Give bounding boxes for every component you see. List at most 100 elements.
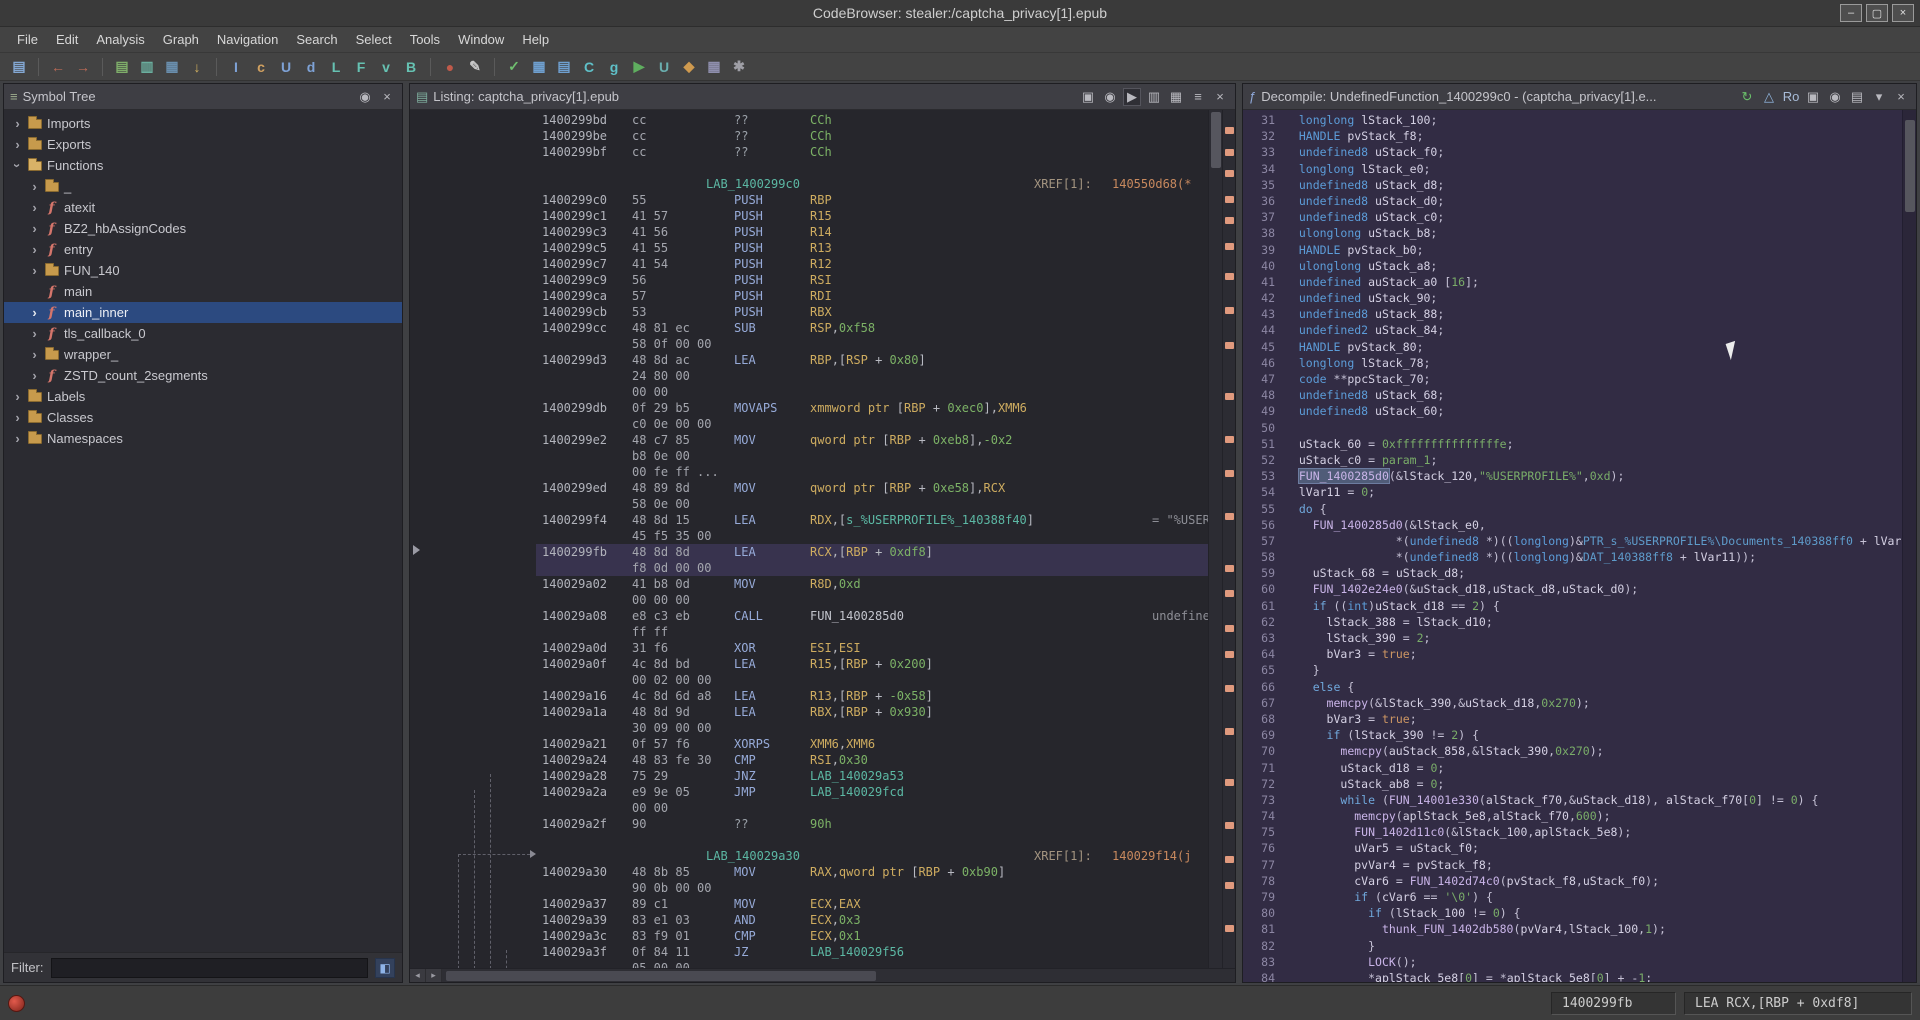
listing-row[interactable]: [410, 160, 1208, 176]
listing-row[interactable]: 45 f5 35 00: [410, 528, 1208, 544]
close-button[interactable]: ×: [1892, 4, 1914, 22]
decompile-line[interactable]: 37 undefined8 uStack_c0;: [1247, 209, 1902, 225]
listing-row[interactable]: 140029a2448 83 fe 30CMPRSI,0x30: [410, 752, 1208, 768]
decompile-line[interactable]: 40 ulonglong uStack_a8;: [1247, 258, 1902, 274]
listing-row[interactable]: 1400299c341 56PUSHR14: [410, 224, 1208, 240]
expand-arrow-icon[interactable]: ›: [10, 389, 25, 404]
decompile-line[interactable]: 77 pvVar4 = pvStack_f8;: [1247, 857, 1902, 873]
listing-row[interactable]: 140029a0d31 f6XORESI,ESI: [410, 640, 1208, 656]
listing-row[interactable]: f8 0d 00 00: [410, 560, 1208, 576]
listing-row[interactable]: 1400299c956PUSHRSI: [410, 272, 1208, 288]
decompile-line[interactable]: 78 cVar6 = FUN_1402d74c0(pvStack_f8,uSta…: [1247, 873, 1902, 889]
tree-item-exports[interactable]: ›Exports: [4, 134, 402, 155]
listing-row[interactable]: 1400299fb48 8d 8dLEARCX,[RBP + 0xdf8]: [410, 544, 1208, 560]
decompile-line[interactable]: 80 if (lStack_100 != 0) {: [1247, 905, 1902, 921]
listing-header[interactable]: ▤ Listing: captcha_privacy[1].epub ▣◉▶▥▦…: [410, 84, 1235, 110]
toolbar-edit-icon[interactable]: ✎: [464, 56, 486, 78]
listing-row[interactable]: 1400299c541 55PUSHR13: [410, 240, 1208, 256]
listing-cursor-tracking-icon[interactable]: ▶: [1123, 88, 1141, 106]
listing-row[interactable]: 00 00: [410, 800, 1208, 816]
tree-item-namespaces[interactable]: ›Namespaces: [4, 428, 402, 449]
decompile-line[interactable]: 73 while (FUN_14001e330(alStack_f70,&uSt…: [1247, 792, 1902, 808]
tree-item-atexit[interactable]: ›fatexit: [4, 197, 402, 218]
maximize-button[interactable]: ▢: [1866, 4, 1888, 22]
menu-search[interactable]: Search: [287, 29, 346, 50]
toolbar-letter-d-icon[interactable]: d: [300, 56, 322, 78]
tree-item-_[interactable]: ›_: [4, 176, 402, 197]
decompile-line[interactable]: 39 HANDLE pvStack_b0;: [1247, 242, 1902, 258]
scroll-left-button[interactable]: ◂: [410, 969, 426, 982]
scrollbar-thumb[interactable]: [1905, 120, 1915, 212]
listing-row[interactable]: 58 0e 00: [410, 496, 1208, 512]
listing-row[interactable]: 1400299f448 8d 15LEARDX,[s_%USERPROFILE%…: [410, 512, 1208, 528]
decompile-line[interactable]: 66 else {: [1247, 679, 1902, 695]
decompile-line[interactable]: 72 uStack_ab8 = 0;: [1247, 776, 1902, 792]
listing-row[interactable]: 1400299becc??CCh: [410, 128, 1208, 144]
tree-item-imports[interactable]: ›Imports: [4, 113, 402, 134]
menu-help[interactable]: Help: [513, 29, 558, 50]
decompile-line[interactable]: 55 do {: [1247, 501, 1902, 517]
decompile-line[interactable]: 67 memcpy(&lStack_390,&uStack_d18,0x270)…: [1247, 695, 1902, 711]
listing-row[interactable]: 140029a3f0f 84 11JZLAB_140029f56: [410, 944, 1208, 960]
menu-file[interactable]: File: [8, 29, 47, 50]
decompile-line[interactable]: 38 ulonglong uStack_b8;: [1247, 225, 1902, 241]
toolbar-memory-table-icon[interactable]: ▦: [528, 56, 550, 78]
minimize-button[interactable]: –: [1840, 4, 1862, 22]
listing-row[interactable]: 00 02 00 00: [410, 672, 1208, 688]
listing-overview-margin[interactable]: [1222, 110, 1235, 968]
tree-item-fun_140[interactable]: ›FUN_140: [4, 260, 402, 281]
listing-row[interactable]: b8 0e 00: [410, 448, 1208, 464]
toolbar-validate-icon[interactable]: ✓: [503, 56, 525, 78]
listing-row[interactable]: 140029a1a48 8d 9dLEARBX,[RBP + 0x930]: [410, 704, 1208, 720]
decompile-line[interactable]: 35 undefined8 uStack_d8;: [1247, 177, 1902, 193]
decompile-line[interactable]: 33 undefined8 uStack_f0;: [1247, 144, 1902, 160]
decompile-line[interactable]: 52 uStack_c0 = param_1;: [1247, 452, 1902, 468]
tree-item-zstd_count_2segments[interactable]: ›fZSTD_count_2segments: [4, 365, 402, 386]
tree-item-labels[interactable]: ›Labels: [4, 386, 402, 407]
menu-select[interactable]: Select: [347, 29, 401, 50]
tree-item-functions[interactable]: ›Functions: [4, 155, 402, 176]
listing-row[interactable]: 58 0f 00 00: [410, 336, 1208, 352]
decompile-line[interactable]: 53 FUN_1400285d0(&lStack_120,"%USERPROFI…: [1247, 468, 1902, 484]
listing-row[interactable]: 140029a3048 8b 85MOVRAX,qword ptr [RBP +…: [410, 864, 1208, 880]
listing-row[interactable]: 90 0b 00 00: [410, 880, 1208, 896]
decompile-code[interactable]: 31 longlong lStack_100;32 HANDLE pvStack…: [1243, 110, 1902, 982]
listing-row[interactable]: 140029a164c 8d 6d a8LEAR13,[RBP + -0x58]: [410, 688, 1208, 704]
listing-row[interactable]: 140029a3c83 f9 01CMPECX,0x1: [410, 928, 1208, 944]
expand-arrow-icon[interactable]: ›: [27, 263, 42, 278]
listing-code[interactable]: 1400299bdcc??CCh1400299becc??CCh1400299b…: [410, 110, 1208, 968]
toolbar-program-tree-icon[interactable]: ▤: [111, 56, 133, 78]
decompile-line[interactable]: 31 longlong lStack_100;: [1247, 112, 1902, 128]
expand-arrow-icon[interactable]: ›: [27, 221, 42, 236]
listing-edit-fields-icon[interactable]: ▥: [1145, 88, 1163, 106]
decompile-line[interactable]: 81 thunk_FUN_1402db580(pvVar4,lStack_100…: [1247, 921, 1902, 937]
listing-row[interactable]: 1400299e248 c7 85MOVqword ptr [RBP + 0xe…: [410, 432, 1208, 448]
decompile-line[interactable]: 62 lStack_388 = lStack_d10;: [1247, 614, 1902, 630]
listing-row[interactable]: 140029a0241 b8 0dMOVR8D,0xd: [410, 576, 1208, 592]
toolbar-letter-f-icon[interactable]: F: [350, 56, 372, 78]
toolbar-grid-icon[interactable]: ▦: [703, 56, 725, 78]
listing-row[interactable]: 140029a2f90??90h: [410, 816, 1208, 832]
listing-menu-icon[interactable]: ≡: [1189, 88, 1207, 106]
decompile-line[interactable]: 57 *(undefined8 *)((longlong)&PTR_s_%USE…: [1247, 533, 1902, 549]
decompile-close-icon[interactable]: ×: [1892, 88, 1910, 106]
expand-arrow-icon[interactable]: ›: [27, 368, 42, 383]
toolbar-settings-icon[interactable]: ✱: [728, 56, 750, 78]
listing-row[interactable]: LAB_1400299c0XREF[1]:140550d68(*: [410, 176, 1208, 192]
menu-window[interactable]: Window: [449, 29, 513, 50]
filter-input[interactable]: [51, 958, 369, 978]
listing-row[interactable]: c0 0e 00 00: [410, 416, 1208, 432]
toolbar-save-icon[interactable]: ▤: [8, 56, 30, 78]
toolbar-navigate-back-icon[interactable]: ←: [47, 56, 69, 78]
toolbar-console-c-icon[interactable]: C: [578, 56, 600, 78]
expand-arrow-icon[interactable]: ›: [27, 326, 42, 341]
xref-address[interactable]: 140550d68(*: [1112, 176, 1191, 192]
decompile-line[interactable]: 71 uStack_d18 = 0;: [1247, 760, 1902, 776]
expand-arrow-icon[interactable]: ›: [27, 242, 42, 257]
tree-item-classes[interactable]: ›Classes: [4, 407, 402, 428]
tree-item-entry[interactable]: ›fentry: [4, 239, 402, 260]
decompile-line[interactable]: 74 memcpy(aplStack_5e8,alStack_f70,600);: [1247, 808, 1902, 824]
expand-arrow-icon[interactable]: ›: [10, 116, 25, 131]
decompile-line[interactable]: 60 FUN_1402e24e0(&uStack_d18,uStack_d8,u…: [1247, 581, 1902, 597]
xref-address[interactable]: 140029f14(j: [1112, 848, 1191, 864]
